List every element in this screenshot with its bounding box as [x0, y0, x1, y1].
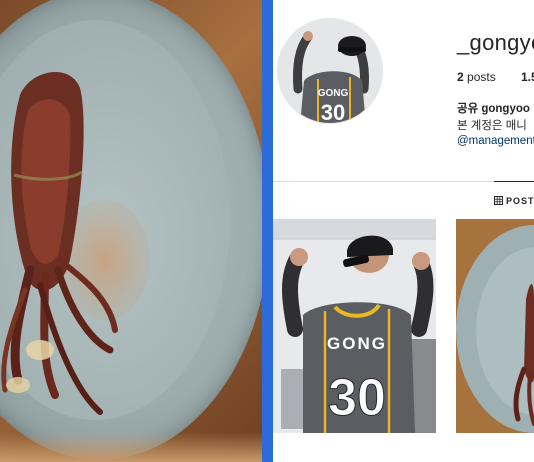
jersey-number-text: 30 [328, 369, 386, 427]
instagram-profile: GONG 30 _gongyoo 2 posts 1.5 공유 gongyoo … [273, 0, 534, 462]
followers-count[interactable]: 1.5 [521, 70, 534, 84]
squid-thumbnail [456, 219, 534, 433]
profile-full-name: 공유 gongyoo [457, 103, 530, 115]
tab-active-indicator [494, 181, 534, 182]
post-thumbnail-squid[interactable] [456, 219, 534, 433]
table-edge [0, 432, 262, 462]
squid-photo [0, 0, 262, 462]
profile-avatar[interactable]: GONG 30 [277, 18, 383, 124]
posts-count-number: 2 [457, 70, 464, 84]
panel-divider [262, 0, 273, 462]
avatar-photo: GONG 30 [278, 19, 382, 124]
posts-count[interactable]: 2 posts [457, 70, 496, 84]
bio-mention-link[interactable]: @management [457, 135, 534, 147]
tab-posts[interactable]: POSTS [494, 196, 534, 206]
avatar-jersey-number: 30 [321, 100, 345, 124]
profile-username: _gongyoo [457, 30, 534, 55]
jersey-name-text: GONG [327, 334, 387, 353]
avatar-jersey-name: GONG [318, 88, 349, 99]
grid-icon [494, 196, 503, 205]
jersey-photo: GONG 30 [273, 219, 436, 433]
profile-stats: 2 posts 1.5 [457, 70, 534, 84]
posts-count-label: posts [463, 70, 496, 84]
squid-illustration [1, 71, 118, 415]
profile-bio: 본 계정은 매니 [457, 120, 527, 132]
tab-posts-label: POSTS [506, 196, 534, 206]
post-thumbnail-jersey[interactable]: GONG 30 [273, 219, 436, 433]
